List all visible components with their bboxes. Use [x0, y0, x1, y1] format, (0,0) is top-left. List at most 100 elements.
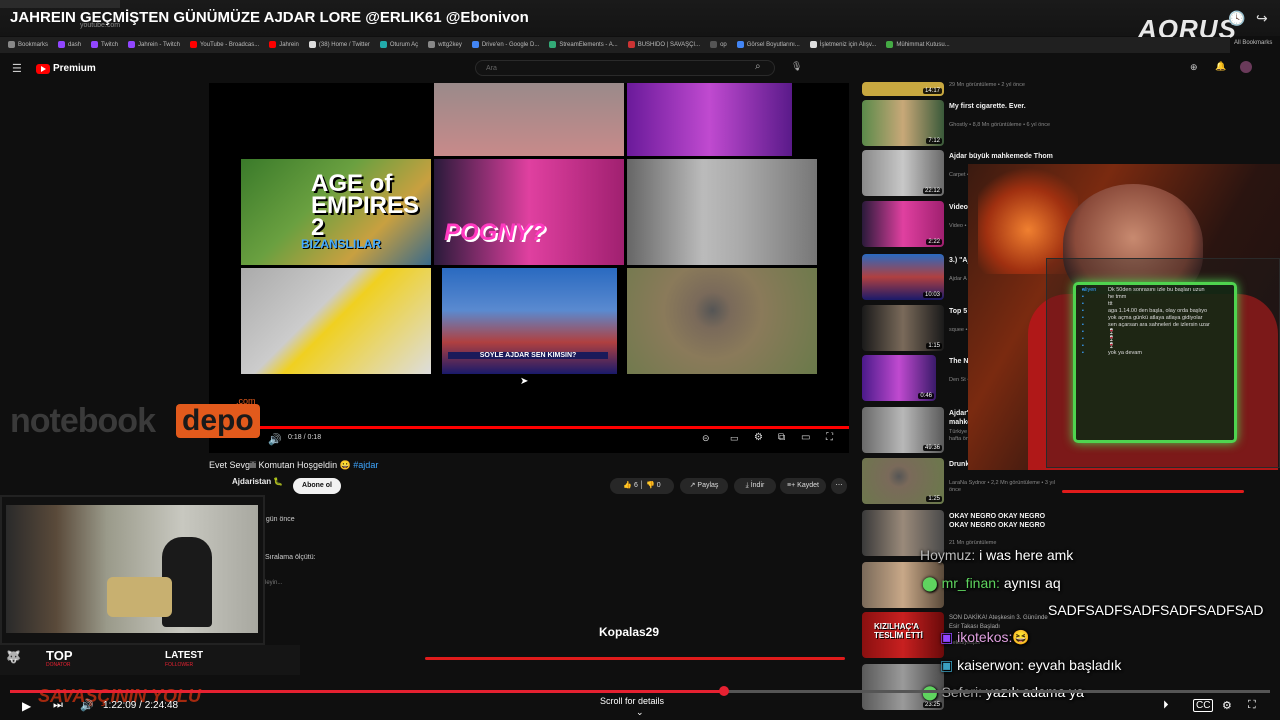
- captions-icon[interactable]: CC: [1193, 699, 1214, 712]
- autoplay-toggle[interactable]: ⏵: [1163, 699, 1169, 712]
- fullscreen-icon[interactable]: ⛶: [1248, 699, 1256, 712]
- chat-line: ▪ Dk 50den sonrasını izle bu başları uzun: [1082, 287, 1205, 293]
- bell-icon[interactable]: 🔔: [1215, 61, 1226, 72]
- chevron-down-icon[interactable]: ⌄: [636, 707, 644, 718]
- search-input[interactable]: Ara: [475, 60, 775, 76]
- thumbs-up-icon[interactable]: 👍: [623, 482, 632, 489]
- channel-name[interactable]: Ajdaristan 🐛: [232, 477, 283, 486]
- volume-icon[interactable]: 🔊: [80, 699, 94, 712]
- bookmark-item[interactable]: Bookmarks: [8, 41, 48, 49]
- room-camera: [0, 495, 265, 645]
- dislike-count[interactable]: 0: [657, 482, 661, 489]
- thumbs-down-icon[interactable]: 👎: [646, 482, 655, 489]
- sidebar-meta: 21 Mn görüntüleme: [949, 540, 997, 546]
- duration: 14:17: [922, 88, 942, 94]
- play-icon[interactable]: ▶: [22, 699, 31, 713]
- share-icon: ↗: [689, 482, 696, 489]
- video-time: 0:18 / 0:18: [288, 434, 322, 441]
- bookmark-item[interactable]: BUSHIDO | SAVAŞÇI...: [627, 41, 700, 49]
- settings-gear-icon[interactable]: ⚙: [1222, 699, 1232, 712]
- chat-line: ▪ 🍷: [1082, 336, 1115, 342]
- sidebar-title: Ajdar büyük mahkemede Thom: [949, 153, 1053, 160]
- video-player[interactable]: AGE of EMPIRES 2 BIZANSLILAR POGNY? SOYL…: [209, 83, 849, 453]
- bookmark-item[interactable]: op: [710, 41, 727, 49]
- share-label: Paylaş: [697, 482, 719, 489]
- bookmarks-bar: Bookmarks dash Twitch Jahrein - Twitch Y…: [0, 37, 1230, 53]
- thumb-pogny: POGNY?: [434, 159, 624, 265]
- more-actions-button[interactable]: ⋯: [831, 478, 847, 494]
- chat-message: ⬤ mr_finan: aynısı aq: [922, 575, 1061, 591]
- sidebar-thumbnail: 1:25: [862, 458, 944, 504]
- bookmark-item[interactable]: Twitch: [91, 41, 118, 49]
- sidebar-video[interactable]: KIZILHAÇ'A TESLİM ETTİ SON DAKİKA! Ateşk…: [862, 612, 1262, 660]
- microphone-icon[interactable]: 🎙: [791, 61, 802, 72]
- save-button[interactable]: ≡+ Kaydet: [780, 478, 826, 494]
- chat-line: ▪ 🍷: [1082, 329, 1115, 335]
- create-icon[interactable]: ⊕: [1190, 62, 1198, 73]
- next-icon[interactable]: ⏭: [53, 699, 63, 712]
- bookmark-item[interactable]: StreamElements - A...: [549, 41, 618, 49]
- latest-follower-sub: FOLLOWER: [165, 662, 194, 668]
- browser-tab-strip[interactable]: [0, 0, 120, 8]
- chat-message: ▣ ikotekos:😆: [940, 629, 1030, 645]
- autoplay-toggle[interactable]: ⊝: [702, 433, 710, 444]
- bookmark-item[interactable]: (38) Home / Twitter: [308, 41, 370, 49]
- thumb-text: AGE of EMPIRES 2: [311, 170, 420, 241]
- bookmark-item[interactable]: Oturum Aç: [379, 41, 418, 49]
- subscribe-button[interactable]: Abone ol: [293, 478, 341, 494]
- stream-progress-handle[interactable]: [719, 686, 730, 696]
- bookmark-item[interactable]: Drive'en - Google D...: [471, 41, 539, 49]
- share-button[interactable]: ↗ Paylaş: [680, 478, 728, 494]
- sidebar-video[interactable]: 7:12 My first cigarette. Ever. Ghostly •…: [862, 100, 1262, 148]
- bookmark-item[interactable]: Jahrein - Twitch: [128, 41, 180, 49]
- youtube-logo[interactable]: Premium: [36, 63, 96, 74]
- chat-message: SADFSADFSADFSADFSADFSAD: [1048, 602, 1264, 618]
- duration: 7:12: [926, 138, 942, 144]
- captions-icon[interactable]: ▭: [730, 433, 739, 444]
- chat-line: ▪ he tmm: [1082, 294, 1127, 300]
- theater-mode-icon[interactable]: ▭: [801, 432, 810, 443]
- bookmark-item[interactable]: Görsel Boyutlarını...: [736, 41, 800, 49]
- like-dislike-group: 👍 6 │ 👎 0: [610, 478, 674, 494]
- bookmark-item[interactable]: YouTube - Broadcas...: [189, 41, 259, 49]
- thumb-age-of-empires: AGE of EMPIRES 2 BIZANSLILAR: [241, 159, 431, 265]
- scroll-for-details[interactable]: Scroll for details: [600, 696, 664, 706]
- sidebar-meta: LaraNa Sydnor • 2,2 Mn görüntüleme • 3 y…: [949, 480, 1055, 493]
- miniplayer-icon[interactable]: ⧉: [778, 432, 785, 443]
- download-label: İndir: [750, 482, 765, 489]
- clock-icon[interactable]: 🕓: [1228, 10, 1245, 27]
- sidebar-video[interactable]: 14:17 29 Mn görüntüleme • 2 yıl önce: [862, 82, 1262, 96]
- hamburger-menu-icon[interactable]: ☰: [12, 62, 22, 75]
- sidebar-title: My first cigarette. Ever.: [949, 103, 1026, 110]
- chat-line: ▪ ttt: [1082, 301, 1113, 307]
- save-label: Kaydet: [797, 482, 819, 489]
- bookmark-item[interactable]: wttg2key: [428, 41, 462, 49]
- alert-underline: [425, 657, 845, 660]
- sidebar-title: OKAY NEGRO OKAY NEGRO OKAY NEGRO OKAY NE…: [949, 513, 1046, 529]
- sponsor-logo-text: .com: [236, 396, 256, 406]
- comment-input[interactable]: kleyin...: [262, 580, 282, 586]
- all-bookmarks[interactable]: All Bookmarks: [1234, 40, 1272, 46]
- thumb-selfie: [627, 159, 817, 265]
- sponsor-logo-text: notebook: [10, 402, 156, 440]
- sidebar-meta: Ghostly • 8,8 Mn görüntüleme • 6 yıl önc…: [949, 122, 1051, 128]
- chat-badge-icon: ⬤: [922, 575, 938, 591]
- fullscreen-icon[interactable]: ⛶: [826, 432, 833, 443]
- follower-alert-name: Kopalas29: [599, 625, 660, 639]
- bookmark-item[interactable]: Jahrein: [269, 41, 299, 49]
- share-icon[interactable]: ↪: [1256, 10, 1268, 27]
- settings-gear-icon[interactable]: ⚙: [754, 432, 763, 443]
- sponsor-logo-text: depo: [176, 404, 260, 438]
- bookmark-item[interactable]: Mühimmat Kutusu...: [886, 41, 950, 49]
- search-icon[interactable]: ⌕: [755, 61, 761, 72]
- sidebar-thumbnail: 7:12: [862, 100, 944, 146]
- duration: 10:03: [922, 292, 942, 298]
- hashtag-link[interactable]: #ajdar: [353, 460, 378, 470]
- duration: 1:25: [926, 496, 942, 502]
- like-count[interactable]: 6: [634, 482, 638, 489]
- bookmark-item[interactable]: dash: [58, 41, 81, 49]
- avatar[interactable]: [1240, 61, 1252, 73]
- sort-comments[interactable]: Sıralama ölçütü:: [265, 554, 316, 561]
- bookmark-item[interactable]: İşletmeniz için Alışv...: [809, 41, 876, 49]
- download-button[interactable]: ⤓ İndir: [734, 478, 776, 494]
